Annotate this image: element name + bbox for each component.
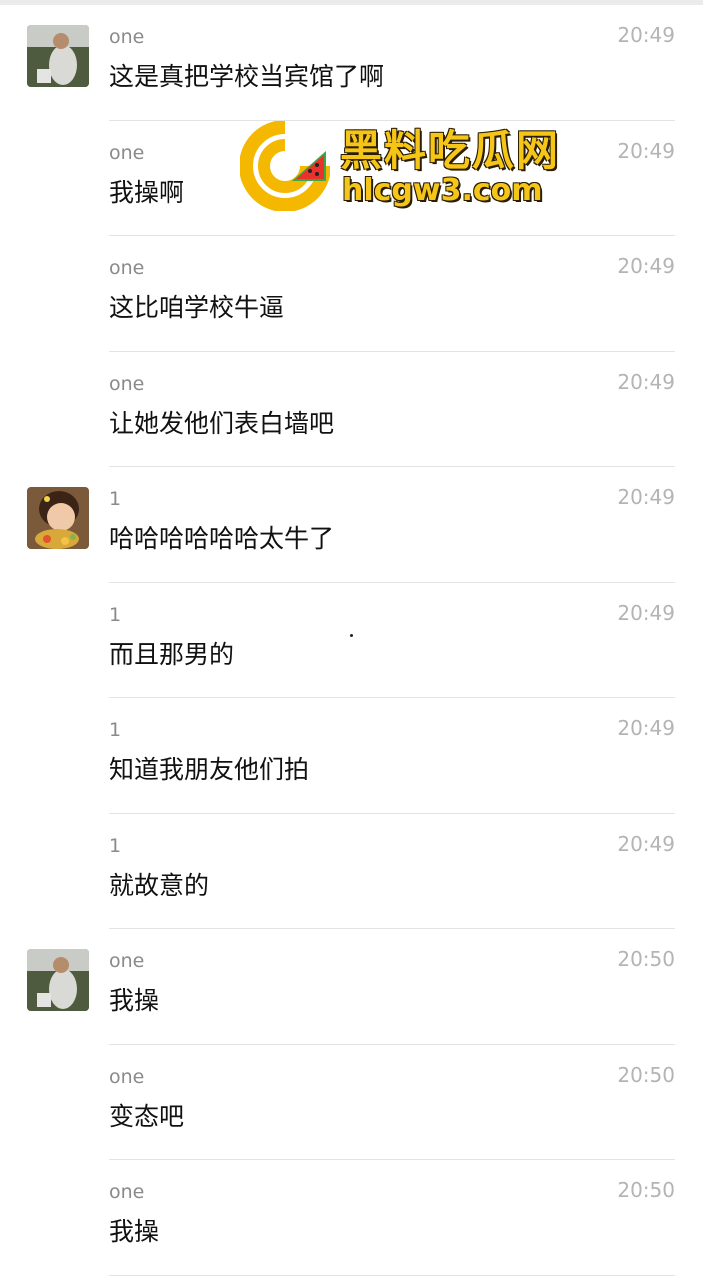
message-item[interactable]: 1 20:49 而且那男的 [0, 583, 703, 698]
message-text: 变态吧 [109, 1101, 185, 1131]
message-item[interactable]: 1 20:49 知道我朋友他们拍 [0, 698, 703, 814]
message-item[interactable]: one 20:50 我操 [0, 929, 703, 1045]
message-text: 这是真把学校当宾馆了啊 [109, 62, 385, 91]
sender-name: one [109, 26, 145, 48]
message-time: 20:49 [617, 485, 675, 509]
message-time: 20:49 [617, 600, 675, 625]
stray-dot [350, 634, 353, 637]
message-item[interactable]: 1 20:49 就故意的 [0, 814, 703, 929]
message-item[interactable]: 1 20:49 哈哈哈哈哈哈太牛了 [0, 467, 703, 583]
message-time: 20:49 [617, 831, 675, 856]
message-text: 知道我朋友他们拍 [109, 755, 310, 784]
message-text: 这比咱学校牛逼 [109, 293, 285, 322]
message-time: 20:49 [617, 716, 675, 740]
message-text: 我操 [109, 1217, 160, 1246]
message-text: 哈哈哈哈哈哈太牛了 [109, 524, 335, 553]
sender-name: 1 [109, 488, 122, 510]
watermark-title: 黑料吃瓜网 [340, 126, 561, 175]
sender-name: 1 [109, 719, 122, 741]
message-item[interactable]: one 20:49 这比咱学校牛逼 [0, 236, 703, 352]
sender-name: one [109, 1181, 145, 1203]
sender-name: one [109, 1065, 145, 1088]
watermark-domain: hlcgw3.com [342, 173, 543, 208]
sender-name: one [109, 372, 145, 395]
message-time: 20:50 [617, 1062, 675, 1087]
message-text: 而且那男的 [109, 639, 235, 669]
watermelon-logo-icon [240, 121, 330, 211]
message-item[interactable]: one 20:50 我操 [0, 1160, 703, 1276]
sender-name: 1 [109, 603, 122, 626]
divider [109, 1274, 675, 1276]
message-item[interactable]: one 20:49 这是真把学校当宾馆了啊 [0, 5, 703, 121]
message-time: 20:49 [617, 254, 675, 278]
message-item[interactable]: one 20:49 让她发他们表白墙吧 [0, 352, 703, 467]
sender-name: one [109, 950, 145, 972]
message-text: 让她发他们表白墙吧 [109, 408, 335, 438]
message-time: 20:49 [617, 23, 675, 47]
message-item[interactable]: one 20:50 变态吧 [0, 1045, 703, 1160]
avatar-one[interactable] [27, 25, 89, 87]
message-text: 就故意的 [109, 870, 210, 900]
sender-name: 1 [109, 834, 122, 857]
message-time: 20:49 [617, 369, 675, 394]
message-time: 20:49 [617, 138, 675, 163]
message-time: 20:50 [617, 1178, 675, 1202]
message-text: 我操 [109, 986, 160, 1015]
message-text: 我操啊 [109, 177, 185, 207]
avatar-one[interactable] [27, 949, 89, 1011]
watermark: 黑料吃瓜网 hlcgw3.com [240, 117, 580, 217]
message-time: 20:50 [617, 947, 675, 971]
sender-name: one [109, 141, 145, 164]
avatar-1[interactable] [27, 487, 89, 549]
sender-name: one [109, 257, 145, 279]
